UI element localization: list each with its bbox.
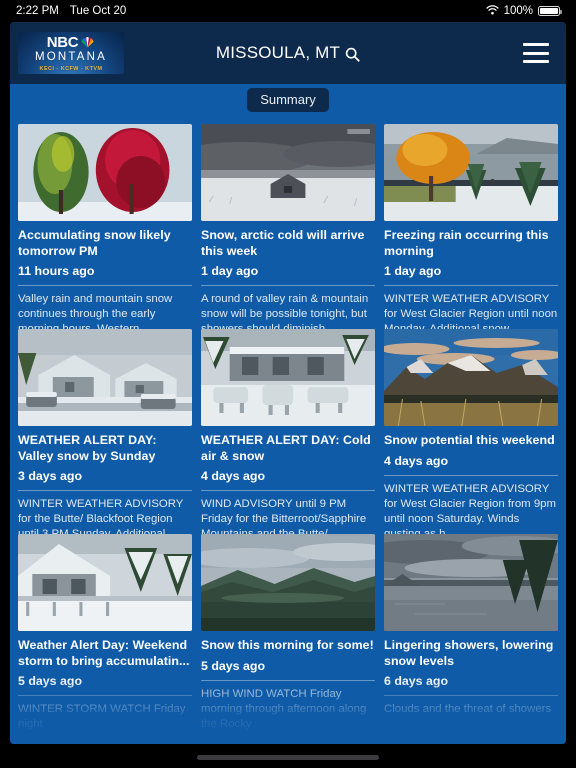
card-timestamp: 4 days ago — [201, 469, 266, 483]
summary-card[interactable]: Weather Alert Day: Weekend storm to brin… — [18, 534, 192, 739]
logo-callsigns-text: KECI - KCFW - KTVM — [39, 65, 103, 72]
card-description: WINTER STORM WATCH Friday night — [18, 703, 186, 731]
card-divider — [384, 474, 558, 476]
nbc-peacock-icon — [80, 35, 95, 49]
card-timestamp: 6 days ago — [384, 674, 449, 688]
summary-card[interactable]: WEATHER ALERT DAY: Cold air & snow 4 day… — [201, 329, 375, 556]
card-thumbnail-bw-barn — [201, 124, 375, 221]
status-bar-time: 2:22 PM — [16, 5, 59, 17]
card-thumbnail-snowy-patio — [201, 329, 375, 426]
card-title: Snow this morning for some! — [201, 638, 374, 652]
card-divider — [18, 490, 192, 491]
card-divider — [18, 695, 192, 696]
card-divider — [201, 285, 375, 286]
battery-full-icon — [538, 6, 562, 16]
card-timestamp: 11 hours ago — [18, 264, 95, 278]
summary-card[interactable]: WEATHER ALERT DAY: Valley snow by Sunday… — [18, 329, 192, 556]
app-frame: NBC MONTANA KECI - KCFW - KTVM MISSOULA,… — [10, 22, 566, 744]
search-icon[interactable] — [345, 47, 360, 62]
summary-card[interactable]: Lingering showers, lowering snow levels … — [384, 534, 558, 739]
summary-card[interactable]: Snow potential this weekend 4 days ago W… — [384, 329, 558, 540]
card-divider — [201, 490, 375, 491]
hamburger-menu-icon[interactable] — [523, 43, 549, 63]
card-description: Clouds and the threat of showers — [384, 703, 552, 715]
card-timestamp: 3 days ago — [18, 469, 83, 483]
nbc-montana-logo[interactable]: NBC MONTANA KECI - KCFW - KTVM — [18, 32, 124, 74]
card-title: Freezing rain occurring this morning — [384, 228, 549, 258]
logo-region-text: MONTANA — [34, 51, 108, 64]
status-bar-right: 100% — [485, 4, 562, 18]
summary-card[interactable]: Accumulating snow likely tomorrow PM 11 … — [18, 124, 192, 351]
summary-card[interactable]: Freezing rain occurring this morning 1 d… — [384, 124, 558, 351]
card-title: Snow potential this weekend — [384, 433, 555, 447]
card-title: Lingering showers, lowering snow levels — [384, 638, 554, 668]
card-title: Snow, arctic cold will arrive this week — [201, 228, 365, 258]
location-search-button[interactable]: MISSOULA, MT — [216, 43, 360, 63]
card-description: HIGH WIND WATCH Friday morning through a… — [201, 687, 367, 730]
battery-percent-label: 100% — [503, 5, 533, 17]
app-header: NBC MONTANA KECI - KCFW - KTVM MISSOULA,… — [10, 22, 566, 84]
card-divider — [18, 285, 192, 286]
card-thumbnail-snowy-street — [18, 329, 192, 426]
logo-brand-text: NBC — [46, 34, 79, 52]
summary-card-grid: Accumulating snow likely tomorrow PM 11 … — [10, 116, 566, 744]
ios-status-bar: 2:22 PM Tue Oct 20 100% — [0, 0, 576, 22]
card-title: Accumulating snow likely tomorrow PM — [18, 228, 171, 258]
card-title: Weather Alert Day: Weekend storm to brin… — [18, 638, 190, 668]
card-timestamp: 5 days ago — [201, 658, 266, 673]
section-chip-bar: Summary — [10, 84, 566, 116]
card-divider — [384, 285, 558, 286]
card-title: WEATHER ALERT DAY: Cold air & snow — [201, 433, 371, 463]
logo-brand-row: NBC — [47, 35, 96, 50]
summary-card[interactable]: Snow, arctic cold will arrive this week … — [201, 124, 375, 351]
summary-card[interactable]: Snow this morning for some! 5 days ago H… — [201, 534, 375, 739]
current-location-label: MISSOULA, MT — [215, 43, 341, 62]
status-bar-date: Tue Oct 20 — [69, 5, 127, 17]
section-chip-summary[interactable]: Summary — [247, 88, 329, 112]
card-thumbnail-fall-trees — [18, 124, 192, 221]
card-title: WEATHER ALERT DAY: Valley snow by Sunday — [18, 433, 157, 463]
card-timestamp: 5 days ago — [18, 674, 83, 688]
wifi-icon — [485, 4, 499, 18]
card-divider — [201, 679, 375, 681]
card-divider — [384, 695, 558, 696]
card-timestamp: 1 day ago — [384, 264, 442, 278]
card-thumbnail-snowy-house-deck — [18, 534, 192, 631]
status-bar-left: 2:22 PM Tue Oct 20 — [16, 5, 126, 17]
card-thumbnail-green-hills — [201, 534, 375, 631]
card-timestamp: 1 day ago — [201, 264, 259, 278]
app-root: 2:22 PM Tue Oct 20 100% NBC MONTANA KECI… — [0, 0, 576, 768]
home-indicator[interactable] — [197, 755, 379, 760]
card-thumbnail-mission-mountains — [384, 329, 558, 426]
card-thumbnail-stormy-lake — [384, 534, 558, 631]
card-timestamp: 4 days ago — [384, 453, 449, 468]
card-thumbnail-lakeshore — [384, 124, 558, 221]
